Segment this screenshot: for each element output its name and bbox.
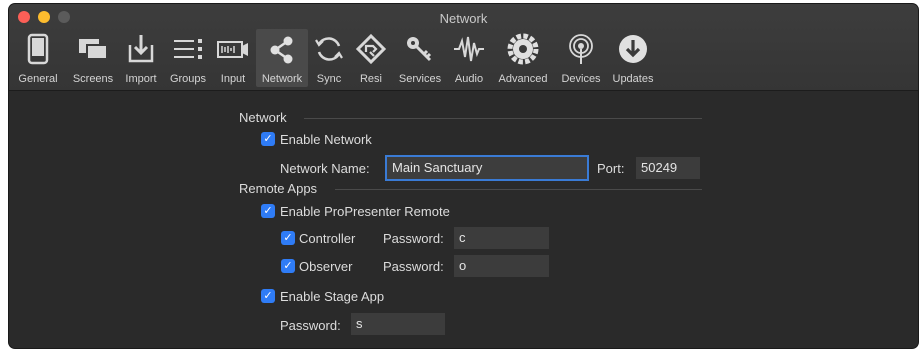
tab-audio[interactable]: Audio bbox=[450, 29, 488, 87]
tab-import[interactable]: Import bbox=[121, 29, 161, 87]
network-name-input[interactable]: Main Sanctuary bbox=[387, 157, 587, 179]
tab-advanced[interactable]: Advanced bbox=[492, 29, 554, 87]
tab-label: Services bbox=[398, 73, 442, 85]
network-section-title: Network bbox=[239, 110, 287, 125]
network-name-label: Network Name: bbox=[280, 161, 370, 176]
preferences-window: Network General Screens Import Groups In… bbox=[9, 4, 918, 348]
controller-label: Controller bbox=[299, 231, 356, 246]
tab-services[interactable]: Services bbox=[394, 29, 446, 87]
tab-groups[interactable]: Groups bbox=[165, 29, 211, 87]
window-title: Network bbox=[439, 11, 488, 26]
port-input[interactable]: 50249 bbox=[636, 157, 700, 179]
network-share-icon bbox=[270, 36, 293, 64]
import-icon bbox=[128, 35, 154, 63]
section-divider bbox=[335, 189, 702, 190]
broadcast-icon bbox=[569, 34, 593, 64]
tab-label: Devices bbox=[561, 73, 601, 85]
observer-password-label: Password: bbox=[383, 259, 444, 274]
download-icon bbox=[619, 35, 647, 63]
tab-screens[interactable]: Screens bbox=[67, 29, 119, 87]
tab-label: Sync bbox=[316, 73, 342, 85]
section-divider bbox=[304, 118, 702, 119]
key-icon bbox=[407, 37, 432, 62]
enable-network-label: Enable Network bbox=[280, 132, 372, 147]
tab-label: Resi bbox=[359, 73, 382, 85]
enable-remote-checkbox[interactable]: ✓ bbox=[261, 204, 275, 218]
enable-remote-label: Enable ProPresenter Remote bbox=[280, 204, 450, 219]
tab-label: Audio bbox=[454, 73, 484, 85]
tab-label: Advanced bbox=[498, 73, 548, 85]
tab-network[interactable]: Network bbox=[256, 29, 308, 87]
enable-stage-app-label: Enable Stage App bbox=[280, 289, 385, 304]
controller-checkbox[interactable]: ✓ bbox=[281, 231, 295, 245]
tab-label: General bbox=[18, 73, 58, 85]
port-label: Port: bbox=[597, 161, 625, 176]
tab-general[interactable]: General bbox=[14, 29, 62, 87]
observer-checkbox[interactable]: ✓ bbox=[281, 259, 295, 273]
tab-label: Screens bbox=[72, 73, 114, 85]
tab-label: Network bbox=[261, 73, 303, 85]
tab-sync[interactable]: Sync bbox=[310, 29, 348, 87]
title-bar: Network General Screens Import Groups In… bbox=[9, 4, 918, 91]
gear-icon bbox=[507, 33, 539, 65]
network-preferences-panel: Network ✓ Enable Network Network Name: M… bbox=[9, 91, 918, 348]
stage-password-label: Password: bbox=[280, 318, 341, 333]
tab-input[interactable]: Input bbox=[214, 29, 252, 87]
waveform-icon bbox=[454, 36, 484, 62]
general-icon bbox=[27, 33, 49, 65]
tab-resi[interactable]: Resi bbox=[353, 29, 389, 87]
tab-label: Groups bbox=[169, 73, 207, 85]
tab-label: Input bbox=[220, 73, 246, 85]
controller-password-label: Password: bbox=[383, 231, 444, 246]
input-icon bbox=[217, 41, 248, 58]
enable-network-checkbox[interactable]: ✓ bbox=[261, 132, 275, 146]
screens-icon bbox=[79, 39, 108, 60]
tab-devices[interactable]: Devices bbox=[556, 29, 606, 87]
tab-label: Import bbox=[125, 73, 157, 85]
tab-updates[interactable]: Updates bbox=[608, 29, 658, 87]
stage-password-input[interactable]: s bbox=[351, 313, 445, 335]
enable-stage-app-checkbox[interactable]: ✓ bbox=[261, 289, 275, 303]
groups-icon bbox=[174, 39, 202, 59]
tab-label: Updates bbox=[612, 73, 654, 85]
resi-icon bbox=[355, 33, 387, 65]
remote-apps-section-title: Remote Apps bbox=[239, 181, 318, 196]
controller-password-input[interactable]: c bbox=[454, 227, 549, 249]
sync-icon bbox=[315, 37, 343, 61]
observer-label: Observer bbox=[299, 259, 353, 274]
observer-password-input[interactable]: o bbox=[454, 255, 549, 277]
